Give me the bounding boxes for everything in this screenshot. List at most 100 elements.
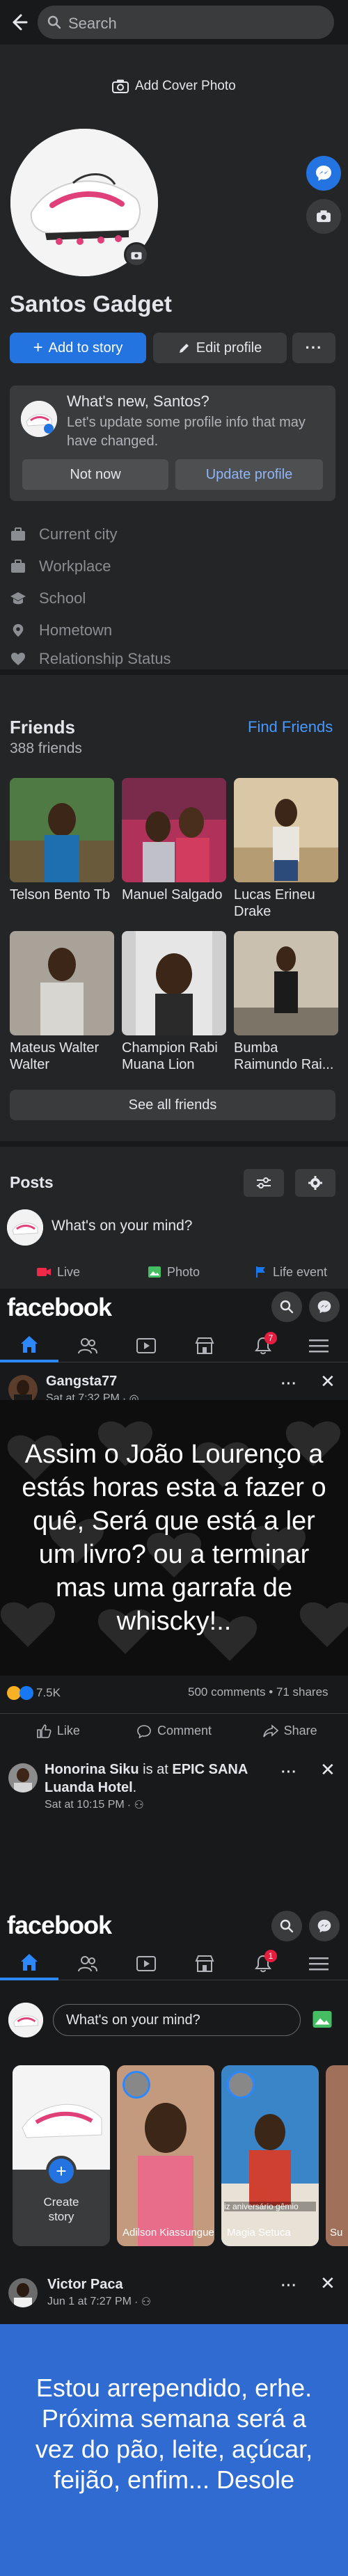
post-hide-button[interactable]: ✕ [320, 2273, 335, 2294]
tab-notifications[interactable]: 1 [234, 1947, 292, 1980]
photo-button[interactable]: Photo [148, 1258, 200, 1286]
info-relationship[interactable]: Relationship Status [10, 649, 171, 669]
tab-bar: 7 [0, 1323, 348, 1362]
search-button[interactable] [271, 1291, 302, 1322]
tab-watch[interactable] [117, 1947, 175, 1980]
friend-name: Mateus Walter Walter [10, 1040, 100, 1072]
checkin-is-at: is at [139, 1762, 173, 1777]
post-hide-button[interactable]: ✕ [320, 1759, 335, 1781]
section-divider [0, 2259, 348, 2264]
friend-card[interactable]: Lucas Erineu Drake [234, 778, 338, 920]
avatar-camera-icon[interactable] [124, 242, 149, 267]
camera-icon [111, 79, 129, 94]
home-icon [19, 1953, 40, 1972]
post-author[interactable]: Victor Paca [47, 2277, 123, 2293]
friend-card[interactable]: Mateus Walter Walter [10, 931, 114, 1073]
like-button[interactable]: Like [0, 1714, 116, 1748]
edit-profile-button[interactable]: Edit profile [153, 333, 287, 363]
friends-title: Friends [10, 717, 75, 738]
app-header: facebook [0, 1909, 348, 1944]
composer-input[interactable]: What's on your mind? [53, 2004, 301, 2036]
messenger-button[interactable] [309, 1291, 340, 1322]
thumbs-up-icon [36, 1724, 52, 1738]
post-hide-button[interactable]: ✕ [320, 1371, 335, 1392]
friends-privacy-icon: · ⚇ [127, 1799, 144, 1811]
see-all-friends-button[interactable]: See all friends [10, 1090, 335, 1120]
messenger-icon [317, 1918, 332, 1934]
more-options-button[interactable]: ··· [292, 333, 335, 363]
friend-card[interactable]: Champion Rabi Muana Lion [122, 931, 226, 1073]
add-cover-photo-button[interactable]: Add Cover Photo [111, 72, 236, 100]
friend-card[interactable]: Telson Bento Tb [10, 778, 114, 903]
settings-button[interactable] [295, 1169, 335, 1197]
tab-friends[interactable] [58, 1329, 117, 1362]
section-divider [0, 1748, 348, 1754]
post-author-avatar[interactable] [8, 2278, 38, 2307]
friend-name: Lucas Erineu Drake [234, 887, 315, 919]
tab-menu[interactable] [290, 1947, 348, 1980]
video-icon [136, 1337, 157, 1355]
checkin-author[interactable]: Honorina Siku [45, 1762, 139, 1777]
checkin-author-avatar[interactable] [8, 1763, 38, 1792]
facebook-logo[interactable]: facebook [7, 1293, 112, 1322]
messenger-button[interactable] [306, 156, 341, 191]
post-author[interactable]: Gangsta77 [46, 1374, 117, 1390]
tab-marketplace[interactable] [175, 1329, 234, 1362]
story-label: Adilson Kiassungue [122, 2227, 214, 2239]
tab-home[interactable] [0, 1947, 58, 1980]
comment-button[interactable]: Comment [116, 1714, 232, 1748]
info-school[interactable]: School [10, 585, 86, 612]
find-friends-link[interactable]: Find Friends [248, 718, 333, 736]
info-hometown[interactable]: Hometown [10, 617, 112, 644]
friend-name: Champion Rabi Muana Lion [122, 1040, 218, 1072]
post-more-button[interactable]: ··· [281, 2278, 297, 2294]
tab-friends[interactable] [58, 1947, 117, 1980]
composer-prompt[interactable]: What's on your mind? [52, 1218, 192, 1234]
story-card[interactable]: Adilson Kiassungue [117, 2065, 214, 2246]
comments-shares-count[interactable]: 500 comments • 71 shares [188, 1685, 329, 1699]
live-button[interactable]: Live [36, 1258, 80, 1286]
friend-card[interactable]: Manuel Salgado [122, 778, 226, 903]
tab-watch[interactable] [117, 1329, 175, 1362]
search-button[interactable] [271, 1911, 302, 1941]
facebook-logo[interactable]: facebook [7, 1911, 112, 1940]
checkin-post-header: Honorina Siku is at EPIC SANA Luanda Hot… [0, 1758, 348, 1811]
info-workplace[interactable]: Workplace [10, 552, 111, 580]
update-profile-button[interactable]: Update profile [175, 459, 323, 490]
top-bar: Search [0, 0, 348, 45]
store-icon [194, 1955, 215, 1973]
video-icon [136, 1955, 157, 1973]
create-story-card[interactable]: + Create story [13, 2065, 110, 2246]
messenger-icon [317, 1299, 332, 1314]
add-to-story-button[interactable]: + Add to story [10, 333, 146, 363]
tab-notifications[interactable]: 7 [234, 1329, 292, 1362]
tab-menu[interactable] [290, 1329, 348, 1362]
camera-button[interactable] [306, 199, 341, 234]
not-now-button[interactable]: Not now [22, 459, 168, 490]
haha-reaction-icon [7, 1686, 21, 1700]
search-input[interactable]: Search [38, 6, 334, 39]
friend-photo [10, 931, 114, 1035]
share-button[interactable]: Share [232, 1714, 348, 1748]
post-more-button[interactable]: ··· [281, 1376, 297, 1392]
photo-label: Photo [167, 1264, 200, 1279]
story-card[interactable]: Su [326, 2065, 348, 2246]
tab-marketplace[interactable] [175, 1947, 234, 1980]
tab-home[interactable] [0, 1329, 58, 1362]
profile-name: Santos Gadget [10, 291, 172, 317]
filter-button[interactable] [244, 1169, 284, 1197]
photo-icon[interactable] [312, 2010, 333, 2029]
reaction-summary[interactable]: 7.5K [7, 1684, 61, 1702]
friend-card[interactable]: Bumba Raimundo Rai... [234, 931, 338, 1073]
life-event-button[interactable]: Life event [255, 1258, 327, 1286]
messenger-button[interactable] [309, 1911, 340, 1941]
messenger-icon [315, 164, 333, 182]
back-arrow-icon[interactable] [7, 11, 29, 33]
info-current-city[interactable]: Current city [10, 520, 117, 548]
story-card[interactable]: iz aniversário gêmio Magia Setuca [221, 2065, 319, 2246]
post-more-button[interactable]: ··· [281, 1765, 297, 1781]
story-label: Su [330, 2227, 343, 2239]
composer-avatar[interactable] [8, 2003, 43, 2037]
composer-avatar[interactable] [7, 1209, 43, 1246]
checkin-time: Sat at 10:15 PM · ⚇ [45, 1798, 144, 1812]
